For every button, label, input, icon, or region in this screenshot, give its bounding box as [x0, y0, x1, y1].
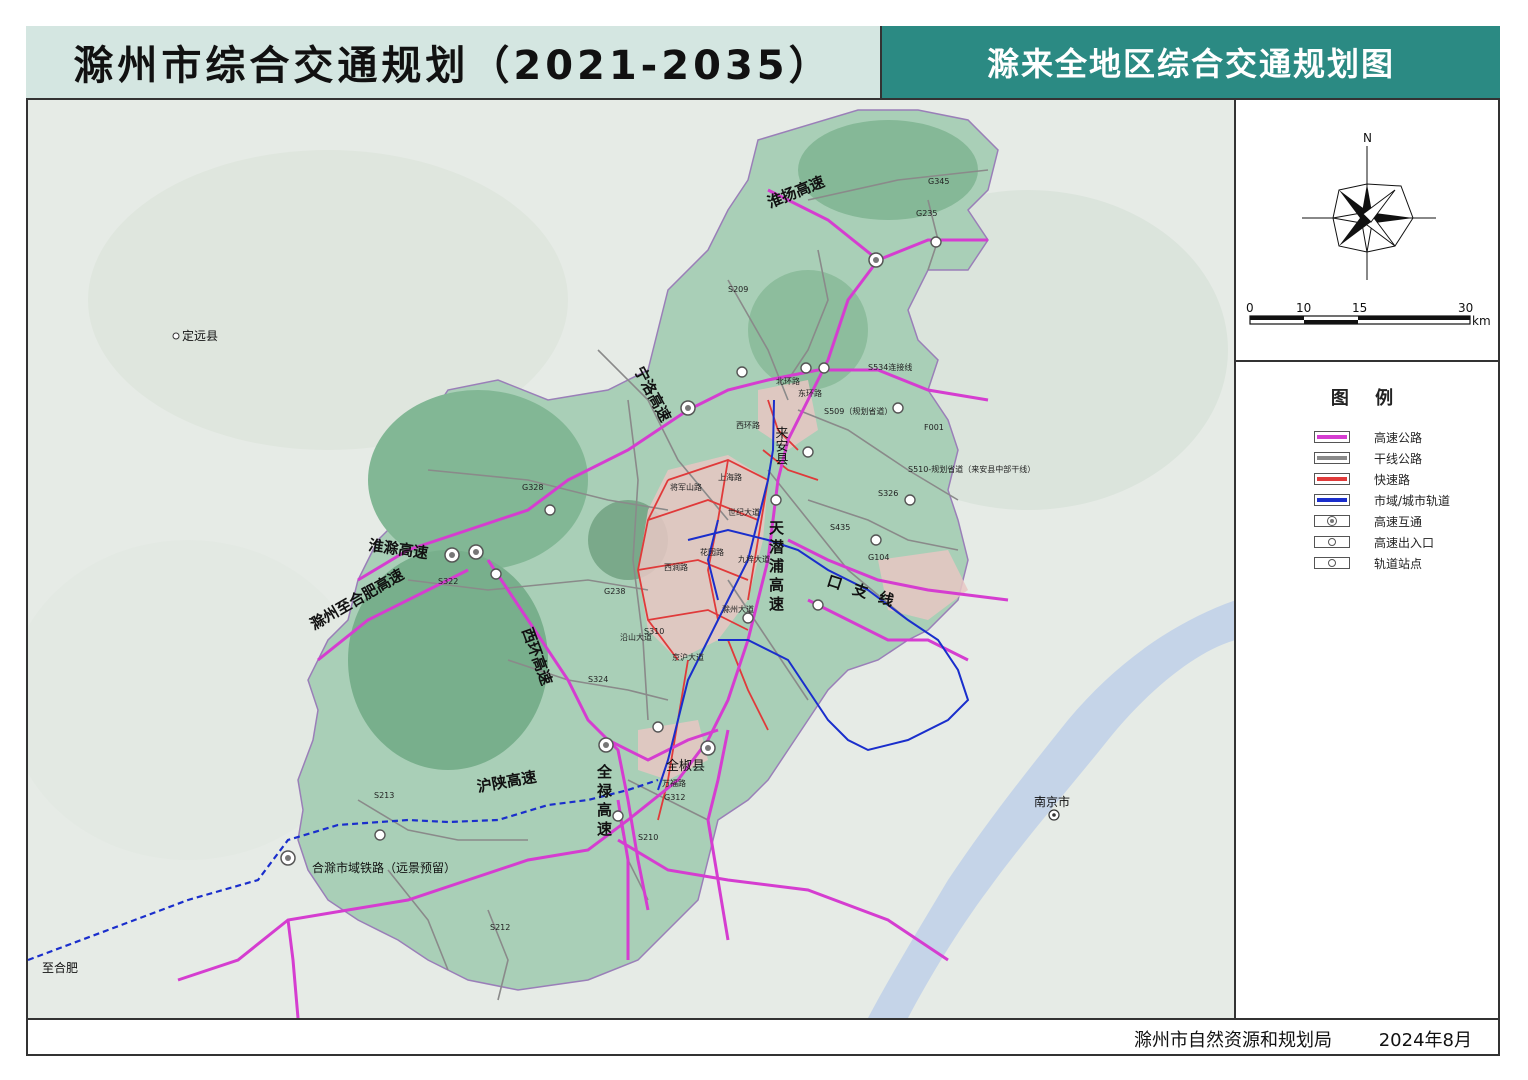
scale-tick-0: 0 [1246, 301, 1254, 315]
label-laian: 来安县 [773, 426, 789, 465]
legend-swatch-rail [1314, 494, 1350, 506]
label-quanlu: 全禄高速 [595, 763, 613, 840]
interchange-icon [1314, 515, 1350, 527]
label-jinghu: 京沪大道 [672, 652, 704, 662]
legend-item-interchange: 高速互通 [1314, 512, 1422, 530]
label-s209: S209 [728, 285, 748, 294]
legend-item-exit: 高速出入口 [1314, 533, 1434, 551]
legend: 图 例 高速公路 干线公路 快速路 市域/城市轨道 高速互通 高速出入口 轨道站… [1236, 362, 1498, 662]
map-canvas[interactable]: 淮扬高速 宁洛高速 淮滁高速 滁州至合肥高速 西环高速 沪陕高速 天潜浦高速 口… [28, 100, 1236, 1018]
label-s210: S210 [638, 833, 658, 842]
label-xijiang: 西涧路 [664, 562, 688, 572]
label-wanfu: 万福路 [662, 778, 686, 788]
label-nanjing: 南京市 [1034, 794, 1070, 809]
page-title: 滁州市综合交通规划（2021-2035） [26, 26, 882, 100]
label-s322: S322 [438, 577, 458, 586]
footer-date: 2024年8月 [1378, 1030, 1472, 1051]
label-g238: G238 [604, 587, 625, 596]
legend-label-exit: 高速出入口 [1374, 535, 1435, 550]
label-s509: S509（规划省道） [824, 406, 892, 416]
legend-title: 图 例 [1330, 388, 1404, 409]
label-hechu-rail: 合滁市域铁路（远景预留） [312, 860, 456, 875]
label-s534: S534连接线 [868, 362, 912, 372]
label-g104: G104 [868, 553, 889, 562]
mountain-shade [798, 120, 978, 220]
label-s213: S213 [374, 791, 394, 800]
legend-item-station: 轨道站点 [1314, 554, 1422, 572]
side-panel: N 0 10 15 30 km 图 例 高速公路 干线公路 快速路 市域/城市轨… [1236, 100, 1498, 1018]
legend-swatch-expressway [1314, 431, 1350, 443]
label-chuzhou: 滁州大道 [722, 604, 754, 614]
label-g345: G345 [928, 177, 949, 186]
legend-swatch-trunk [1314, 452, 1350, 464]
label-s435: S435 [830, 523, 850, 532]
label-huashan: 花园路 [700, 547, 724, 557]
legend-item-trunk: 干线公路 [1314, 449, 1422, 467]
label-jiangping: 将军山路 [670, 482, 702, 492]
label-g312: G312 [664, 793, 685, 802]
label-donghuan: 东环路 [798, 388, 822, 398]
legend-label-rail: 市域/城市轨道 [1374, 493, 1451, 508]
map-subtitle: 滁来全地区综合交通规划图 [882, 26, 1500, 100]
label-shiji: 世纪大道 [728, 507, 760, 517]
label-beihuan: 北环路 [776, 376, 800, 386]
legend-label-expressway: 高速公路 [1374, 430, 1423, 445]
footer: 滁州市自然资源和规划局 2024年8月 [28, 1018, 1498, 1054]
station-icon [1314, 557, 1350, 569]
north-label: N [1363, 131, 1372, 145]
legend-label-fastroad: 快速路 [1374, 472, 1411, 487]
scale-bar: 0 10 15 30 km [1246, 301, 1491, 328]
label-g235: G235 [916, 209, 937, 218]
label-shanghai: 上海路 [718, 472, 742, 482]
label-f001: F001 [924, 423, 944, 432]
label-zhihefei: 至合肥 [42, 960, 78, 975]
dingyuan-marker [172, 332, 180, 340]
legend-label-trunk: 干线公路 [1374, 451, 1423, 466]
map-svg[interactable]: 淮扬高速 宁洛高速 淮滁高速 滁州至合肥高速 西环高速 沪陕高速 天潜浦高速 口… [28, 100, 1236, 1018]
label-s510: S510-规划省道（来安县中部干线） [908, 464, 1035, 474]
legend-item-rail: 市域/城市轨道 [1314, 491, 1450, 509]
scale-tick-10: 10 [1296, 301, 1311, 315]
label-s310: S310 [644, 627, 664, 636]
legend-item-fastroad: 快速路 [1314, 470, 1410, 488]
label-g328: G328 [522, 483, 543, 492]
footer-organization: 滁州市自然资源和规划局 [1134, 1030, 1332, 1051]
legend-swatch-fastroad [1314, 473, 1350, 485]
nanjing-marker-dot [1052, 813, 1056, 817]
page-title-text: 滁州市综合交通规划（2021-2035） [73, 43, 833, 89]
legend-label-station: 轨道站点 [1374, 556, 1423, 571]
legend-label-interchange: 高速互通 [1374, 514, 1423, 529]
scale-tick-30: 30 [1458, 301, 1473, 315]
label-s324: S324 [588, 675, 608, 684]
compass-box: N 0 10 15 30 km [1236, 100, 1498, 362]
scale-tick-15: 15 [1352, 301, 1367, 315]
label-tianqianpu: 天潜浦高速 [767, 520, 785, 615]
label-s212: S212 [490, 923, 510, 932]
label-quanjiao: 全椒县 [666, 758, 705, 774]
legend-item-expressway: 高速公路 [1314, 428, 1422, 446]
label-dingyuan: 定远县 [182, 328, 218, 343]
exit-icon [1314, 536, 1350, 548]
label-s326: S326 [878, 489, 898, 498]
label-jiuyang: 九梓大道 [738, 554, 770, 564]
label-xihuan-rd: 西环路 [736, 420, 760, 430]
map-subtitle-text: 滁来全地区综合交通规划图 [986, 45, 1395, 83]
scale-unit: km [1472, 314, 1491, 328]
